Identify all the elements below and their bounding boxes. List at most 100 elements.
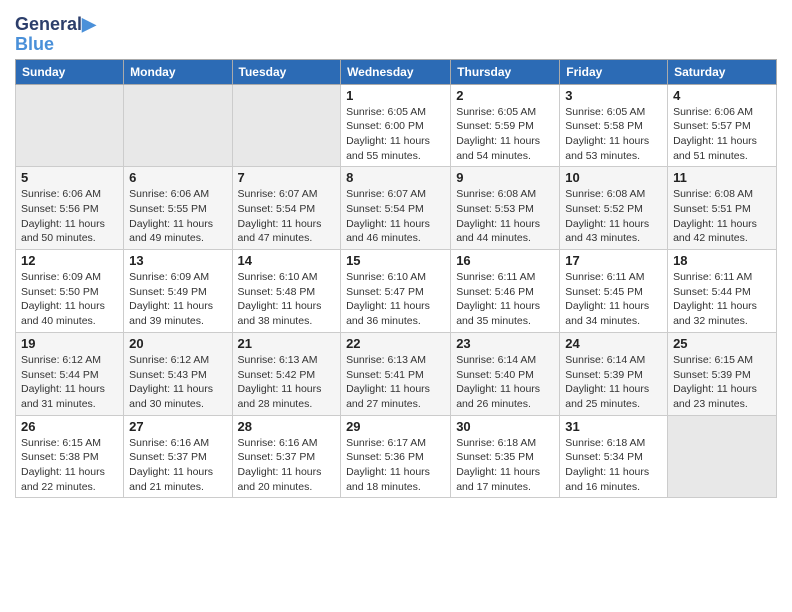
calendar-header: SundayMondayTuesdayWednesdayThursdayFrid… — [16, 59, 777, 84]
day-info: Sunrise: 6:14 AM Sunset: 5:39 PM Dayligh… — [565, 353, 662, 412]
calendar-week-row: 26 Sunrise: 6:15 AM Sunset: 5:38 PM Dayli… — [16, 415, 777, 498]
day-number: 21 — [238, 336, 336, 351]
calendar-cell: 27 Sunrise: 6:16 AM Sunset: 5:37 PM Dayli… — [124, 415, 232, 498]
calendar-cell: 24 Sunrise: 6:14 AM Sunset: 5:39 PM Dayli… — [560, 332, 668, 415]
weekday-header-thursday: Thursday — [451, 59, 560, 84]
calendar-cell: 1Sunrise: 6:05 AM Sunset: 6:00 PM Daylig… — [341, 84, 451, 167]
day-info: Sunrise: 6:13 AM Sunset: 5:42 PM Dayligh… — [238, 353, 336, 412]
day-info: Sunrise: 6:08 AM Sunset: 5:52 PM Dayligh… — [565, 187, 662, 246]
weekday-header-monday: Monday — [124, 59, 232, 84]
weekday-header-sunday: Sunday — [16, 59, 124, 84]
day-number: 16 — [456, 253, 554, 268]
day-info: Sunrise: 6:14 AM Sunset: 5:40 PM Dayligh… — [456, 353, 554, 412]
calendar-cell: 13 Sunrise: 6:09 AM Sunset: 5:49 PM Dayli… — [124, 250, 232, 333]
weekday-header-row: SundayMondayTuesdayWednesdayThursdayFrid… — [16, 59, 777, 84]
day-info: Sunrise: 6:15 AM Sunset: 5:38 PM Dayligh… — [21, 436, 118, 495]
calendar-week-row: 12 Sunrise: 6:09 AM Sunset: 5:50 PM Dayli… — [16, 250, 777, 333]
day-info: Sunrise: 6:10 AM Sunset: 5:48 PM Dayligh… — [238, 270, 336, 329]
calendar-cell: 7 Sunrise: 6:07 AM Sunset: 5:54 PM Daylig… — [232, 167, 341, 250]
calendar-cell: 18 Sunrise: 6:11 AM Sunset: 5:44 PM Dayli… — [668, 250, 777, 333]
day-info: Sunrise: 6:08 AM Sunset: 5:51 PM Dayligh… — [673, 187, 771, 246]
day-number: 12 — [21, 253, 118, 268]
calendar-table: SundayMondayTuesdayWednesdayThursdayFrid… — [15, 59, 777, 499]
day-number: 23 — [456, 336, 554, 351]
day-info: Sunrise: 6:16 AM Sunset: 5:37 PM Dayligh… — [129, 436, 226, 495]
calendar-cell: 16 Sunrise: 6:11 AM Sunset: 5:46 PM Dayli… — [451, 250, 560, 333]
weekday-header-tuesday: Tuesday — [232, 59, 341, 84]
calendar-cell: 8Sunrise: 6:07 AM Sunset: 5:54 PM Daylig… — [341, 167, 451, 250]
calendar-cell: 17 Sunrise: 6:11 AM Sunset: 5:45 PM Dayli… — [560, 250, 668, 333]
calendar-cell — [668, 415, 777, 498]
calendar-cell: 11 Sunrise: 6:08 AM Sunset: 5:51 PM Dayli… — [668, 167, 777, 250]
day-number: 25 — [673, 336, 771, 351]
day-number: 20 — [129, 336, 226, 351]
calendar-week-row: 19 Sunrise: 6:12 AM Sunset: 5:44 PM Dayli… — [16, 332, 777, 415]
calendar-cell: 23 Sunrise: 6:14 AM Sunset: 5:40 PM Dayli… — [451, 332, 560, 415]
calendar-cell: 3Sunrise: 6:05 AM Sunset: 5:58 PM Daylig… — [560, 84, 668, 167]
day-number: 27 — [129, 419, 226, 434]
calendar-cell: 2 Sunrise: 6:05 AM Sunset: 5:59 PM Daylig… — [451, 84, 560, 167]
weekday-header-wednesday: Wednesday — [341, 59, 451, 84]
day-info: Sunrise: 6:12 AM Sunset: 5:43 PM Dayligh… — [129, 353, 226, 412]
calendar-cell — [16, 84, 124, 167]
day-info: Sunrise: 6:07 AM Sunset: 5:54 PM Dayligh… — [238, 187, 336, 246]
day-info: Sunrise: 6:16 AM Sunset: 5:37 PM Dayligh… — [238, 436, 336, 495]
day-number: 18 — [673, 253, 771, 268]
page-container: General▶ Blue SundayMondayTuesdayWednesd… — [0, 0, 792, 503]
calendar-cell: 30Sunrise: 6:18 AM Sunset: 5:35 PM Dayli… — [451, 415, 560, 498]
day-info: Sunrise: 6:11 AM Sunset: 5:44 PM Dayligh… — [673, 270, 771, 329]
day-number: 28 — [238, 419, 336, 434]
calendar-week-row: 1Sunrise: 6:05 AM Sunset: 6:00 PM Daylig… — [16, 84, 777, 167]
day-number: 29 — [346, 419, 445, 434]
day-number: 13 — [129, 253, 226, 268]
calendar-cell: 25 Sunrise: 6:15 AM Sunset: 5:39 PM Dayli… — [668, 332, 777, 415]
day-info: Sunrise: 6:15 AM Sunset: 5:39 PM Dayligh… — [673, 353, 771, 412]
day-info: Sunrise: 6:10 AM Sunset: 5:47 PM Dayligh… — [346, 270, 445, 329]
day-info: Sunrise: 6:06 AM Sunset: 5:57 PM Dayligh… — [673, 105, 771, 164]
day-number: 26 — [21, 419, 118, 434]
day-info: Sunrise: 6:09 AM Sunset: 5:49 PM Dayligh… — [129, 270, 226, 329]
calendar-week-row: 5Sunrise: 6:06 AM Sunset: 5:56 PM Daylig… — [16, 167, 777, 250]
day-number: 9 — [456, 170, 554, 185]
calendar-cell: 5Sunrise: 6:06 AM Sunset: 5:56 PM Daylig… — [16, 167, 124, 250]
day-number: 17 — [565, 253, 662, 268]
calendar-cell: 19 Sunrise: 6:12 AM Sunset: 5:44 PM Dayli… — [16, 332, 124, 415]
day-info: Sunrise: 6:09 AM Sunset: 5:50 PM Dayligh… — [21, 270, 118, 329]
day-number: 2 — [456, 88, 554, 103]
calendar-cell: 29Sunrise: 6:17 AM Sunset: 5:36 PM Dayli… — [341, 415, 451, 498]
day-info: Sunrise: 6:08 AM Sunset: 5:53 PM Dayligh… — [456, 187, 554, 246]
day-number: 22 — [346, 336, 445, 351]
day-number: 10 — [565, 170, 662, 185]
day-info: Sunrise: 6:06 AM Sunset: 5:56 PM Dayligh… — [21, 187, 118, 246]
calendar-cell: 21 Sunrise: 6:13 AM Sunset: 5:42 PM Dayli… — [232, 332, 341, 415]
day-info: Sunrise: 6:05 AM Sunset: 6:00 PM Dayligh… — [346, 105, 445, 164]
day-number: 19 — [21, 336, 118, 351]
logo-text-blue: Blue — [15, 35, 96, 55]
calendar-body: 1Sunrise: 6:05 AM Sunset: 6:00 PM Daylig… — [16, 84, 777, 498]
weekday-header-friday: Friday — [560, 59, 668, 84]
day-number: 11 — [673, 170, 771, 185]
calendar-cell: 12 Sunrise: 6:09 AM Sunset: 5:50 PM Dayli… — [16, 250, 124, 333]
day-info: Sunrise: 6:06 AM Sunset: 5:55 PM Dayligh… — [129, 187, 226, 246]
calendar-cell: 6Sunrise: 6:06 AM Sunset: 5:55 PM Daylig… — [124, 167, 232, 250]
logo-text: General▶ — [15, 15, 96, 35]
day-info: Sunrise: 6:18 AM Sunset: 5:34 PM Dayligh… — [565, 436, 662, 495]
calendar-cell: 14 Sunrise: 6:10 AM Sunset: 5:48 PM Dayli… — [232, 250, 341, 333]
day-info: Sunrise: 6:11 AM Sunset: 5:46 PM Dayligh… — [456, 270, 554, 329]
calendar-cell: 31 Sunrise: 6:18 AM Sunset: 5:34 PM Dayli… — [560, 415, 668, 498]
calendar-cell: 26 Sunrise: 6:15 AM Sunset: 5:38 PM Dayli… — [16, 415, 124, 498]
day-info: Sunrise: 6:12 AM Sunset: 5:44 PM Dayligh… — [21, 353, 118, 412]
calendar-cell: 9 Sunrise: 6:08 AM Sunset: 5:53 PM Daylig… — [451, 167, 560, 250]
day-number: 31 — [565, 419, 662, 434]
day-info: Sunrise: 6:11 AM Sunset: 5:45 PM Dayligh… — [565, 270, 662, 329]
calendar-cell: 28 Sunrise: 6:16 AM Sunset: 5:37 PM Dayli… — [232, 415, 341, 498]
header: General▶ Blue — [15, 10, 777, 55]
day-number: 24 — [565, 336, 662, 351]
day-info: Sunrise: 6:05 AM Sunset: 5:58 PM Dayligh… — [565, 105, 662, 164]
day-number: 7 — [238, 170, 336, 185]
day-info: Sunrise: 6:05 AM Sunset: 5:59 PM Dayligh… — [456, 105, 554, 164]
calendar-cell: 22Sunrise: 6:13 AM Sunset: 5:41 PM Dayli… — [341, 332, 451, 415]
day-number: 15 — [346, 253, 445, 268]
day-number: 14 — [238, 253, 336, 268]
day-info: Sunrise: 6:07 AM Sunset: 5:54 PM Dayligh… — [346, 187, 445, 246]
